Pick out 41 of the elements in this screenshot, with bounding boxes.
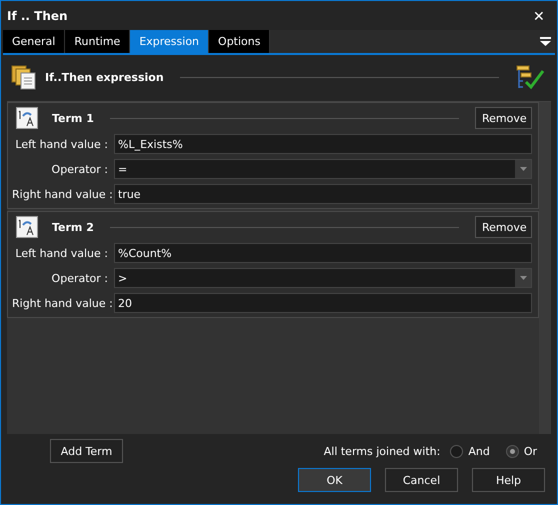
input-field[interactable]: %Count% [114,243,532,263]
close-button[interactable]: ✕ [527,8,551,24]
tab[interactable]: Expression [130,30,210,53]
field-label: Right hand value : [12,188,114,200]
checklist-icon [515,63,545,91]
menu-icon[interactable] [540,37,551,46]
input-field[interactable]: 20 [114,293,532,313]
radio-icon[interactable] [450,444,464,458]
variable-icon [16,107,38,129]
caret-icon [520,167,526,171]
dropdown-field[interactable]: = [114,159,532,179]
tab[interactable]: Options [209,30,270,53]
caret-icon [520,276,526,280]
field-label: Operator : [50,162,109,176]
term-title: Term 1 [52,112,94,124]
radio-option[interactable]: Or [506,444,537,458]
section-title: If..Then expression [45,70,164,84]
documents-icon [11,64,37,90]
input-field[interactable]: true [114,184,532,204]
dialog-button[interactable]: Cancel [385,468,458,492]
field-label: Operator : [50,272,109,284]
remove-button[interactable]: Remove [475,107,532,129]
dialog-button[interactable]: OK [298,468,371,492]
input-field[interactable]: %L_Exists% [114,134,532,154]
dropdown-field[interactable]: > [114,268,532,288]
field-label: Left hand value : [14,138,109,150]
tab[interactable]: General [3,30,66,53]
radio-option[interactable]: And [450,444,490,458]
variable-icon [16,216,38,238]
dialog-button[interactable]: Help [472,468,545,492]
remove-button[interactable]: Remove [475,216,532,238]
tab[interactable]: Runtime [65,30,130,53]
radio-icon[interactable] [506,444,519,458]
field-label: Left hand value : [14,246,109,260]
window-title: If .. Then [7,8,69,22]
radio-label: And [468,444,490,458]
add-term-button[interactable]: Add Term [50,439,123,463]
join-label: All terms joined with: [324,444,440,458]
field-label: Right hand value : [12,296,114,310]
radio-label: Or [524,444,537,458]
term-title: Term 2 [52,220,94,234]
